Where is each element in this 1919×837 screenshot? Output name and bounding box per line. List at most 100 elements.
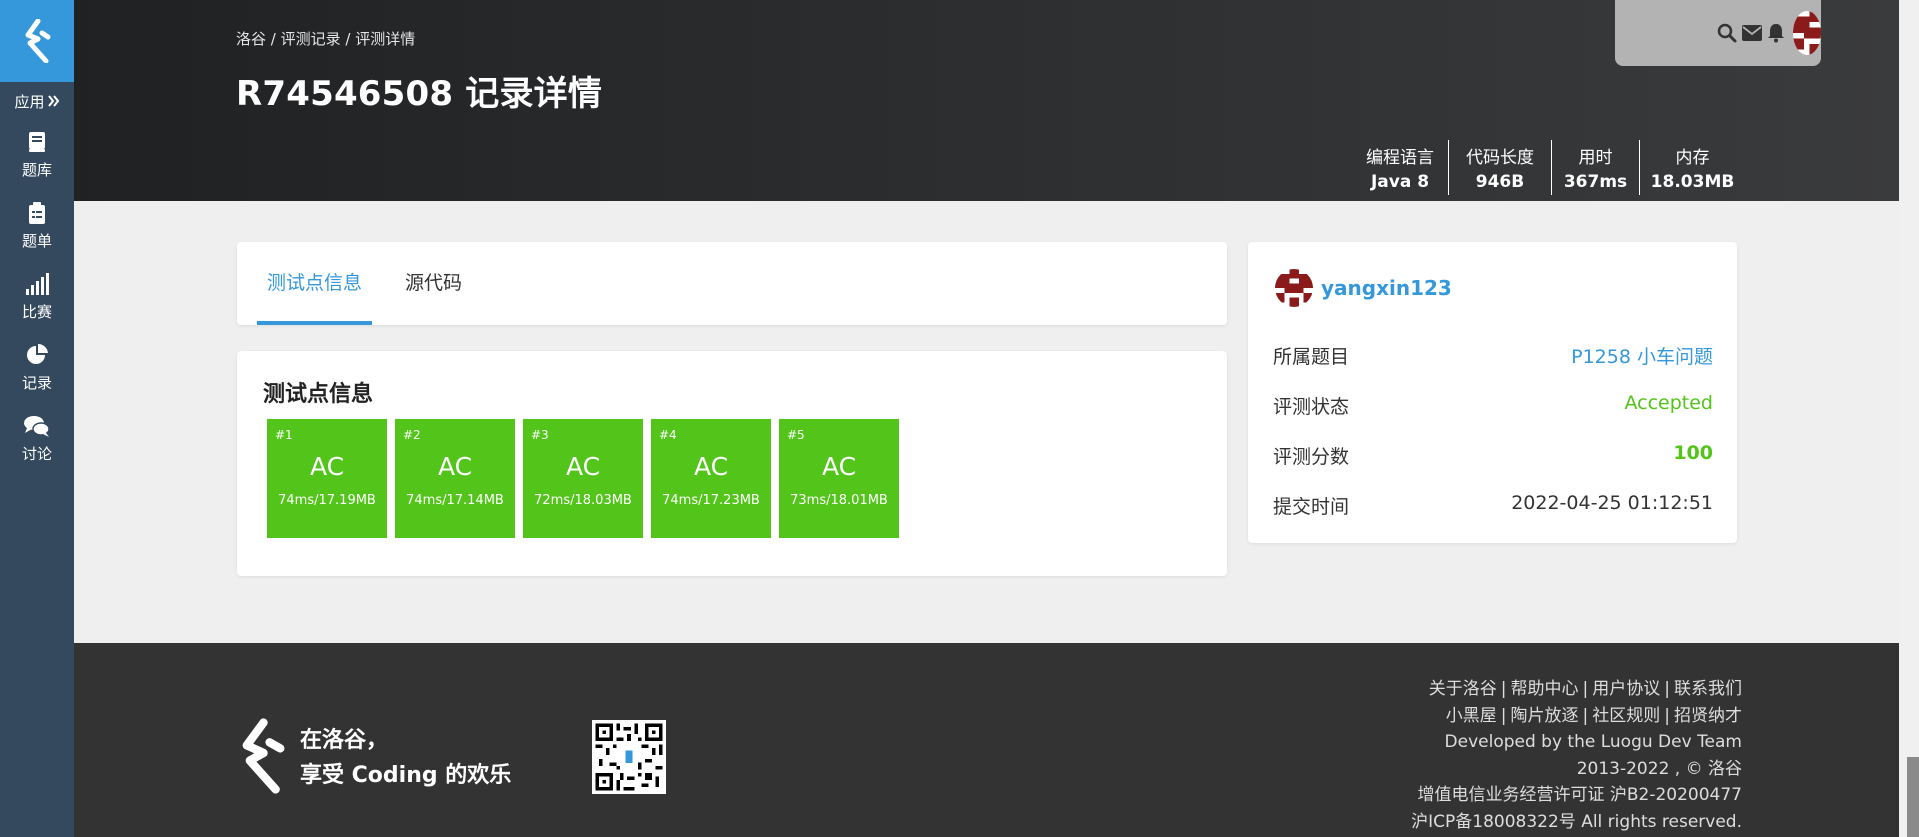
footer-logo (236, 718, 288, 798)
slogan-line: 享受 Coding 的欢乐 (300, 763, 512, 788)
test-case-number: #1 (275, 428, 293, 442)
footer-link-contact[interactable]: 联系我们 (1674, 679, 1742, 699)
scrollbar-thumb[interactable] (1907, 757, 1919, 837)
footer-separator: | (1664, 679, 1670, 699)
test-case-detail: 72ms/18.03MB (534, 493, 632, 508)
slogan-line: 在洛谷， (300, 728, 389, 753)
footer-slogan: 在洛谷， 享受 Coding 的欢乐 (300, 723, 511, 793)
tab-source-code[interactable]: 源代码 (405, 242, 462, 325)
info-row-submit-time: 提交时间 2022-04-25 01:12:51 (1273, 492, 1713, 519)
test-results-card: 测试点信息 #1 AC 74ms/17.19MB #2 AC 74ms/17.1… (237, 351, 1227, 576)
info-row-problem: 所属题目 P1258 小车问题 (1273, 342, 1713, 369)
user-nav (1615, 0, 1821, 66)
test-case-tile[interactable]: #2 AC 74ms/17.14MB (395, 419, 515, 538)
identicon-avatar-icon (1275, 269, 1313, 307)
test-case-number: #5 (787, 428, 805, 442)
test-case-list: #1 AC 74ms/17.19MB #2 AC 74ms/17.14MB #3… (267, 419, 899, 538)
double-chevron-right-icon (47, 95, 59, 107)
envelope-icon (1741, 25, 1762, 41)
info-key: 所属题目 (1273, 346, 1350, 368)
sidebar-item-label: 记录 (21, 374, 52, 392)
notifications-button[interactable] (1764, 13, 1789, 53)
footer-link-jobs[interactable]: 招贤纳才 (1674, 706, 1742, 726)
footer-link-rules[interactable]: 社区规则 (1592, 706, 1660, 726)
problem-link[interactable]: P1258 小车问题 (1571, 342, 1713, 369)
search-button[interactable] (1715, 13, 1740, 53)
developed-by-text: Developed by the (1444, 732, 1596, 752)
page-title: R74546508 记录详情 (236, 74, 603, 114)
footer-link-help[interactable]: 帮助中心 (1511, 679, 1579, 699)
sidebar-item-contests[interactable]: 比赛 (0, 262, 74, 333)
messages-button[interactable] (1740, 13, 1765, 53)
test-case-detail: 73ms/18.01MB (790, 493, 888, 508)
sidebar-item-problems[interactable]: 题库 (0, 120, 74, 191)
info-row-status: 评测状态 Accepted (1273, 392, 1713, 419)
test-case-number: #2 (403, 428, 421, 442)
sidebar: 应用 题库 题单 比赛 记录 讨论 (0, 0, 74, 837)
stat-value: 946B (1475, 172, 1525, 192)
submitter-username[interactable]: yangxin123 (1321, 276, 1452, 300)
tab-test-points[interactable]: 测试点信息 (257, 242, 373, 325)
submitter: yangxin123 (1275, 269, 1452, 307)
breadcrumb-current: 评测详情 (355, 30, 416, 48)
footer-icp[interactable]: 沪ICP备18008322号 All rights reserved. (1411, 809, 1742, 836)
sidebar-item-label: 题库 (21, 161, 52, 179)
stat-language: 编程语言 Java 8 (1352, 140, 1448, 195)
test-case-tile[interactable]: #5 AC 73ms/18.01MB (779, 419, 899, 538)
info-key: 提交时间 (1273, 496, 1350, 518)
test-case-tile[interactable]: #4 AC 74ms/17.23MB (651, 419, 771, 538)
test-case-detail: 74ms/17.23MB (662, 493, 760, 508)
footer-link-about[interactable]: 关于洛谷 (1429, 679, 1497, 699)
stat-value: Java 8 (1370, 172, 1430, 192)
footer-link-terms[interactable]: 用户协议 (1592, 679, 1660, 699)
identicon-avatar-icon (1792, 11, 1821, 55)
stat-label: 用时 (1578, 148, 1613, 168)
submit-time-value: 2022-04-25 01:12:51 (1511, 492, 1713, 514)
sidebar-item-problem-lists[interactable]: 题单 (0, 191, 74, 262)
footer-separator: | (1582, 705, 1589, 726)
sidebar-item-discuss[interactable]: 讨论 (0, 404, 74, 475)
stat-label: 编程语言 (1366, 148, 1434, 168)
app-menu-toggle[interactable]: 应用 (0, 82, 74, 120)
comments-icon (24, 416, 50, 437)
status-value: Accepted (1624, 392, 1713, 414)
footer-links-row: 关于洛谷 | 帮助中心 | 用户协议 | 联系我们 (1411, 676, 1742, 703)
test-case-tile[interactable]: #3 AC 72ms/18.03MB (523, 419, 643, 538)
user-avatar[interactable] (1792, 11, 1821, 55)
dev-team-link[interactable]: Luogu Dev Team (1601, 732, 1742, 752)
test-case-result: AC (565, 452, 601, 481)
luogu-logo[interactable] (0, 0, 74, 82)
score-value: 100 (1673, 442, 1713, 464)
luogu-logo-icon (242, 718, 285, 794)
test-case-result: AC (821, 452, 857, 481)
breadcrumb-records[interactable]: 评测记录 (281, 30, 341, 48)
info-key: 评测状态 (1273, 396, 1350, 418)
scrollbar-track[interactable] (1899, 0, 1919, 837)
sidebar-item-records[interactable]: 记录 (0, 333, 74, 404)
footer-link-blacklist[interactable]: 小黑屋 (1446, 706, 1497, 726)
footer-license[interactable]: 增值电信业务经营许可证 沪B2-20200477 (1411, 782, 1742, 809)
pie-chart-icon (27, 344, 48, 364)
stat-value: 367ms (1563, 172, 1628, 192)
test-case-result: AC (437, 452, 473, 481)
luogu-logo-icon (25, 19, 51, 63)
qr-code (592, 720, 666, 794)
footer: 在洛谷， 享受 Coding 的欢乐 关于洛谷 | 帮助中心 | 用户协议 | … (74, 643, 1899, 837)
info-row-score: 评测分数 100 (1273, 442, 1713, 469)
info-key: 评测分数 (1273, 446, 1350, 468)
submission-stats: 编程语言 Java 8 代码长度 946B 用时 367ms 内存 18.03M… (1352, 140, 1745, 195)
test-case-detail: 74ms/17.19MB (278, 493, 376, 508)
footer-separator: | (1500, 705, 1507, 726)
test-case-number: #4 (659, 428, 677, 442)
breadcrumb-home[interactable]: 洛谷 (236, 30, 266, 48)
stat-label: 代码长度 (1466, 148, 1534, 168)
footer-links-row: 小黑屋 | 陶片放逐 | 社区规则 | 招贤纳才 (1411, 703, 1742, 730)
app-menu-label: 应用 (14, 92, 45, 111)
bar-signal-icon (26, 273, 49, 295)
test-case-tile[interactable]: #1 AC 74ms/17.19MB (267, 419, 387, 538)
book-icon (29, 132, 45, 152)
test-case-detail: 74ms/17.14MB (406, 493, 504, 508)
stat-memory: 内存 18.03MB (1639, 140, 1745, 195)
footer-link-ostracism[interactable]: 陶片放逐 (1511, 706, 1579, 726)
submitter-avatar[interactable] (1275, 269, 1313, 307)
